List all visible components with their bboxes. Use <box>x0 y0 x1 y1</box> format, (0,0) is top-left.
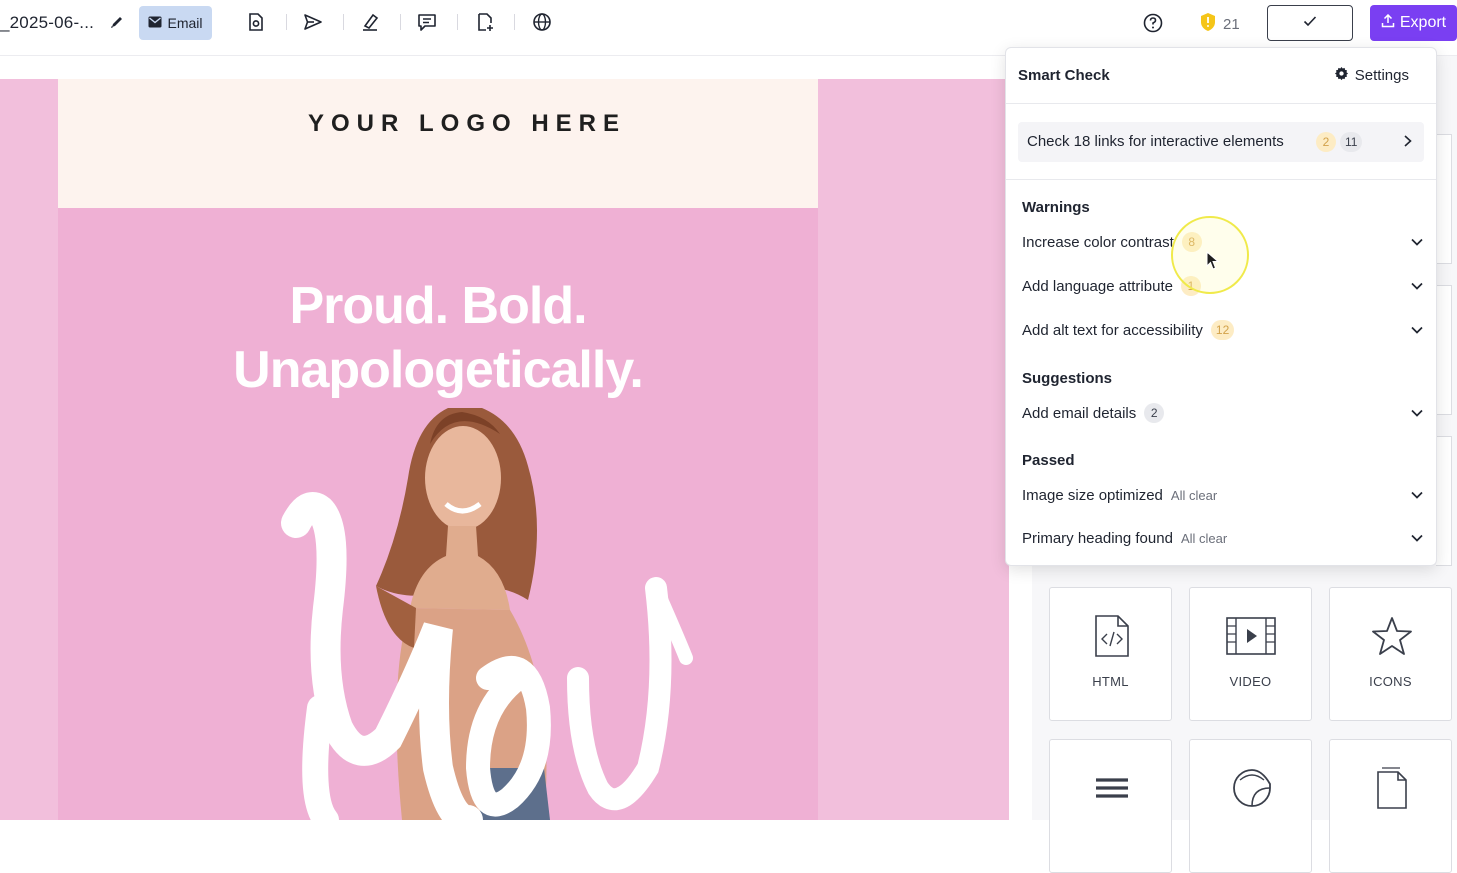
globe-icon[interactable] <box>531 11 553 33</box>
mouse-cursor-icon <box>1206 250 1220 276</box>
menu-icon <box>1096 778 1128 798</box>
popover-header: Smart Check Settings <box>1006 48 1436 104</box>
toolbar-divider <box>343 14 344 30</box>
chevron-right-icon <box>1402 134 1414 153</box>
pencil-icon[interactable] <box>109 14 125 30</box>
passed-note: All clear <box>1180 530 1228 546</box>
block-html-label: HTML <box>1092 674 1129 689</box>
block-page[interactable] <box>1329 739 1452 873</box>
video-icon <box>1226 617 1276 655</box>
link-warn-badge: 2 <box>1316 132 1336 152</box>
block-video[interactable]: VIDEO <box>1189 587 1312 721</box>
chevron-down-icon <box>1410 322 1424 339</box>
link-check-badges: 2 11 <box>1316 132 1363 152</box>
settings-label: Settings <box>1354 67 1409 84</box>
document-title[interactable]: _2025-06-... <box>0 13 94 33</box>
add-page-icon[interactable] <box>474 11 496 33</box>
block-icons-label: ICONS <box>1369 674 1412 689</box>
toolbar-divider <box>286 14 287 30</box>
popover-divider <box>1006 179 1436 180</box>
shield-icon <box>1199 12 1217 36</box>
credits-count: 21 <box>1223 15 1240 33</box>
email-mode-label: Email <box>167 15 203 31</box>
html-icon <box>1095 615 1129 657</box>
passed-label: Image size optimized <box>1022 486 1163 504</box>
warning-label: Add language attribute <box>1022 277 1173 295</box>
envelope-icon <box>148 15 162 31</box>
comment-icon[interactable] <box>416 11 438 33</box>
hero-block[interactable]: Proud. Bold. Unapologetically. <box>58 208 818 820</box>
passed-note: All clear <box>1170 487 1218 503</box>
preview-icon[interactable] <box>245 11 267 33</box>
logo-header-block[interactable] <box>58 79 818 208</box>
passed-row[interactable]: Image size optimized All clear <box>1022 483 1424 507</box>
brush-icon[interactable] <box>359 11 381 33</box>
link-total-badge: 11 <box>1340 132 1363 152</box>
link-check-row[interactable]: Check 18 links for interactive elements … <box>1018 122 1424 162</box>
email-mode-button[interactable]: Email <box>139 6 212 40</box>
warnings-heading: Warnings <box>1022 199 1090 216</box>
gear-icon <box>1334 66 1349 85</box>
warning-row[interactable]: Add alt text for accessibility 12 <box>1022 318 1424 342</box>
popover-title: Smart Check <box>1018 67 1110 84</box>
headline-line-1: Proud. Bold. <box>289 277 587 335</box>
headline-line-2: Unapologetically. <box>233 341 644 399</box>
smart-check-popover: Smart Check Settings Check 18 links for … <box>1005 47 1437 566</box>
export-button[interactable]: Export <box>1370 5 1457 41</box>
chevron-down-icon <box>1410 278 1424 295</box>
suggestion-row[interactable]: Add email details 2 <box>1022 401 1424 425</box>
block-icons[interactable]: ICONS <box>1329 587 1452 721</box>
canvas-top-strip <box>0 56 1009 79</box>
chevron-down-icon <box>1410 405 1424 422</box>
credits-indicator[interactable]: 21 <box>1199 12 1240 36</box>
checkmark-icon <box>1303 14 1317 32</box>
block-html[interactable]: HTML <box>1049 587 1172 721</box>
warning-label: Add alt text for accessibility <box>1022 321 1203 339</box>
chevron-down-icon <box>1410 487 1424 504</box>
block-video-label: VIDEO <box>1229 674 1272 689</box>
link-check-text: Check 18 links for interactive elements <box>1027 133 1284 150</box>
passed-row[interactable]: Primary heading found All clear <box>1022 526 1424 550</box>
toolbar-divider <box>457 14 458 30</box>
upload-icon <box>1381 13 1395 33</box>
block-menu[interactable] <box>1049 739 1172 873</box>
block-tile-partial[interactable] <box>1436 436 1452 566</box>
chevron-down-icon <box>1410 234 1424 251</box>
passed-heading: Passed <box>1022 452 1075 469</box>
export-label: Export <box>1399 14 1447 31</box>
settings-button[interactable]: Settings <box>1334 66 1409 85</box>
block-tile-partial[interactable] <box>1436 285 1452 415</box>
toolbar-divider <box>400 14 401 30</box>
help-icon[interactable] <box>1142 12 1164 34</box>
suggestion-count-badge: 2 <box>1144 403 1165 423</box>
sticker-icon <box>1233 769 1271 807</box>
page-icon <box>1377 767 1407 809</box>
suggestions-heading: Suggestions <box>1022 370 1113 387</box>
warning-count-badge: 12 <box>1210 320 1235 340</box>
logo-placeholder-text: YOUR LOGO HERE <box>307 110 627 137</box>
passed-label: Primary heading found <box>1022 529 1173 547</box>
send-icon[interactable] <box>302 11 324 33</box>
toolbar-divider <box>514 14 515 30</box>
chevron-down-icon <box>1410 530 1424 547</box>
warning-label: Increase color contrast <box>1022 233 1174 251</box>
star-icon <box>1372 617 1412 655</box>
block-sticker[interactable] <box>1189 739 1312 873</box>
smart-check-button[interactable] <box>1267 5 1353 41</box>
block-tile-partial[interactable] <box>1436 134 1452 264</box>
hero-headline[interactable]: Proud. Bold. Unapologetically. <box>58 274 818 402</box>
suggestion-label: Add email details <box>1022 404 1137 422</box>
